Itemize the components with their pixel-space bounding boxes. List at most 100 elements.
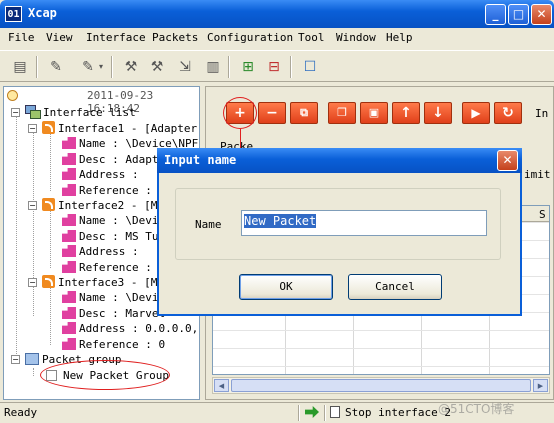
tree-prop-row[interactable]: Reference : 0	[62, 337, 165, 352]
tree-interface-2[interactable]: − Interface2 - [MS	[28, 198, 164, 213]
property-icon	[62, 261, 76, 273]
move-up-icon[interactable]: ↑	[392, 102, 420, 124]
tree-prop-row[interactable]: Address :	[62, 244, 139, 259]
menu-tool[interactable]: Tool	[298, 31, 325, 44]
remove-icon[interactable]: −	[258, 102, 286, 124]
tree-label: Interface3 - [Ma	[58, 276, 164, 289]
property-icon	[62, 137, 76, 149]
network-icon	[25, 105, 41, 119]
packet-toolbar: + − ⧉ ❐ ▣ ↑ ↓ ▶ ↻ In	[206, 87, 554, 137]
name-label: Name	[195, 218, 222, 231]
collapse-icon[interactable]: −	[11, 108, 20, 117]
dialog-title: Input name	[164, 153, 237, 167]
tree-interface-3[interactable]: − Interface3 - [Ma	[28, 275, 164, 290]
property-icon	[62, 338, 76, 350]
interface-label: In	[535, 107, 549, 120]
tree-root-interface-list[interactable]: − Interface list	[11, 105, 136, 120]
close-button[interactable]: ✕	[531, 4, 552, 25]
property-icon	[62, 214, 76, 226]
packet-group-icon	[25, 353, 39, 365]
send-icon[interactable]: ▶	[462, 102, 490, 124]
tree-prop-row[interactable]: Reference : 0	[62, 260, 165, 275]
chevron-down-icon[interactable]: ▾	[96, 57, 106, 77]
tree-prop-row[interactable]: Desc : Adapte	[62, 152, 165, 167]
collapse-icon[interactable]: −	[28, 278, 37, 287]
tree-prop-row[interactable]: Address : 0.0.0.0,18	[62, 321, 199, 336]
menu-window[interactable]: Window	[336, 31, 376, 44]
open-icon[interactable]: ✎	[46, 57, 66, 77]
menu-view[interactable]: View	[46, 31, 73, 44]
scroll-right-icon[interactable]: ▶	[533, 379, 548, 392]
capture-start-icon[interactable]: ⚒	[121, 57, 141, 77]
tree-prop-row[interactable]: Desc : MS Tun	[62, 229, 165, 244]
property-icon	[62, 230, 76, 242]
collapse-icon[interactable]: −	[11, 355, 20, 364]
highlight-circle	[223, 97, 257, 129]
tree-prop-row[interactable]: Reference : 0	[62, 183, 165, 198]
horizontal-scrollbar[interactable]: ◀ ▶	[212, 377, 550, 394]
menu-file[interactable]: File	[8, 31, 35, 44]
tree-interface-1[interactable]: − Interface1 - [Adapter f	[28, 121, 199, 136]
menu-bar: File View Interface Packets Configuratio…	[0, 28, 554, 48]
export-icon[interactable]: ⇲	[175, 57, 195, 77]
window-title: Xcap	[28, 6, 57, 20]
watermark: @51CTO博客	[438, 402, 515, 416]
interface-icon	[42, 121, 55, 134]
capture-stop-icon[interactable]: ⚒	[147, 57, 167, 77]
scroll-left-icon[interactable]: ◀	[214, 379, 229, 392]
chat-icon[interactable]: ☐	[300, 57, 320, 77]
toolbar-separator	[111, 56, 113, 78]
main-toolbar: ▤ ✎ ✎ ▾ ⚒ ⚒ ⇲ ▥ ⊞ ⊟ ☐	[0, 50, 554, 82]
title-bar[interactable]: 01 Xcap _ □ ✕	[0, 0, 554, 28]
tree-label: Interface list	[43, 106, 136, 119]
move-down-icon[interactable]: ↓	[424, 102, 452, 124]
book-icon[interactable]: ▥	[203, 57, 223, 77]
remove-packet-icon[interactable]: ⊟	[264, 57, 284, 77]
limit-label: imit	[524, 168, 551, 181]
interface-card-icon[interactable]: ▤	[10, 57, 30, 77]
tree-prop-row[interactable]: Address :	[62, 167, 139, 182]
name-input[interactable]: New Packet	[241, 210, 487, 236]
interface-icon	[42, 198, 55, 211]
menu-help[interactable]: Help	[386, 31, 413, 44]
rename-icon[interactable]: ⧉	[290, 102, 318, 124]
menu-interface[interactable]: Interface	[86, 31, 146, 44]
ok-button[interactable]: OK	[239, 274, 333, 300]
minimize-button[interactable]: _	[485, 4, 506, 25]
dialog-close-button[interactable]: ✕	[497, 150, 518, 171]
loop-icon[interactable]: ↻	[494, 102, 522, 124]
collapse-icon[interactable]: −	[28, 124, 37, 133]
toolbar-separator	[228, 56, 230, 78]
timestamp-row: 2011-09-23 16:18:42	[7, 89, 197, 115]
cancel-button[interactable]: Cancel	[348, 274, 442, 300]
toolbar-separator	[290, 56, 292, 78]
status-message: Stop interface 2	[345, 406, 451, 419]
scrollbar-thumb[interactable]	[231, 379, 531, 392]
tree-prop-row[interactable]: Name : \Devic	[62, 213, 165, 228]
start-arrow-icon	[305, 406, 319, 418]
property-icon	[62, 307, 76, 319]
interface-icon	[42, 275, 55, 288]
dialog-title-bar[interactable]: Input name ✕	[157, 148, 522, 173]
tree-label: Interface2 - [MS	[58, 199, 164, 212]
tree-prop-row[interactable]: Desc : Marvel	[62, 306, 165, 321]
highlight-ellipse	[40, 360, 170, 390]
tree-prop-row[interactable]: Name : \Devic	[62, 290, 165, 305]
stop-icon	[330, 406, 340, 418]
maximize-button[interactable]: □	[508, 4, 529, 25]
toolbar-separator	[36, 56, 38, 78]
menu-configuration[interactable]: Configuration	[207, 31, 293, 44]
collapse-icon[interactable]: −	[28, 201, 37, 210]
menu-packets[interactable]: Packets	[152, 31, 198, 44]
name-input-value: New Packet	[244, 214, 317, 228]
grid-column-header: S	[539, 208, 546, 221]
copy-icon[interactable]: ❐	[328, 102, 356, 124]
add-packet-icon[interactable]: ⊞	[238, 57, 258, 77]
property-icon	[62, 153, 76, 165]
paste-icon[interactable]: ▣	[360, 102, 388, 124]
app-icon: 01	[5, 6, 22, 22]
clock-icon	[7, 90, 18, 101]
status-ready: Ready	[4, 406, 38, 419]
open-dropdown-icon[interactable]: ✎	[78, 57, 98, 77]
property-icon	[62, 322, 76, 334]
